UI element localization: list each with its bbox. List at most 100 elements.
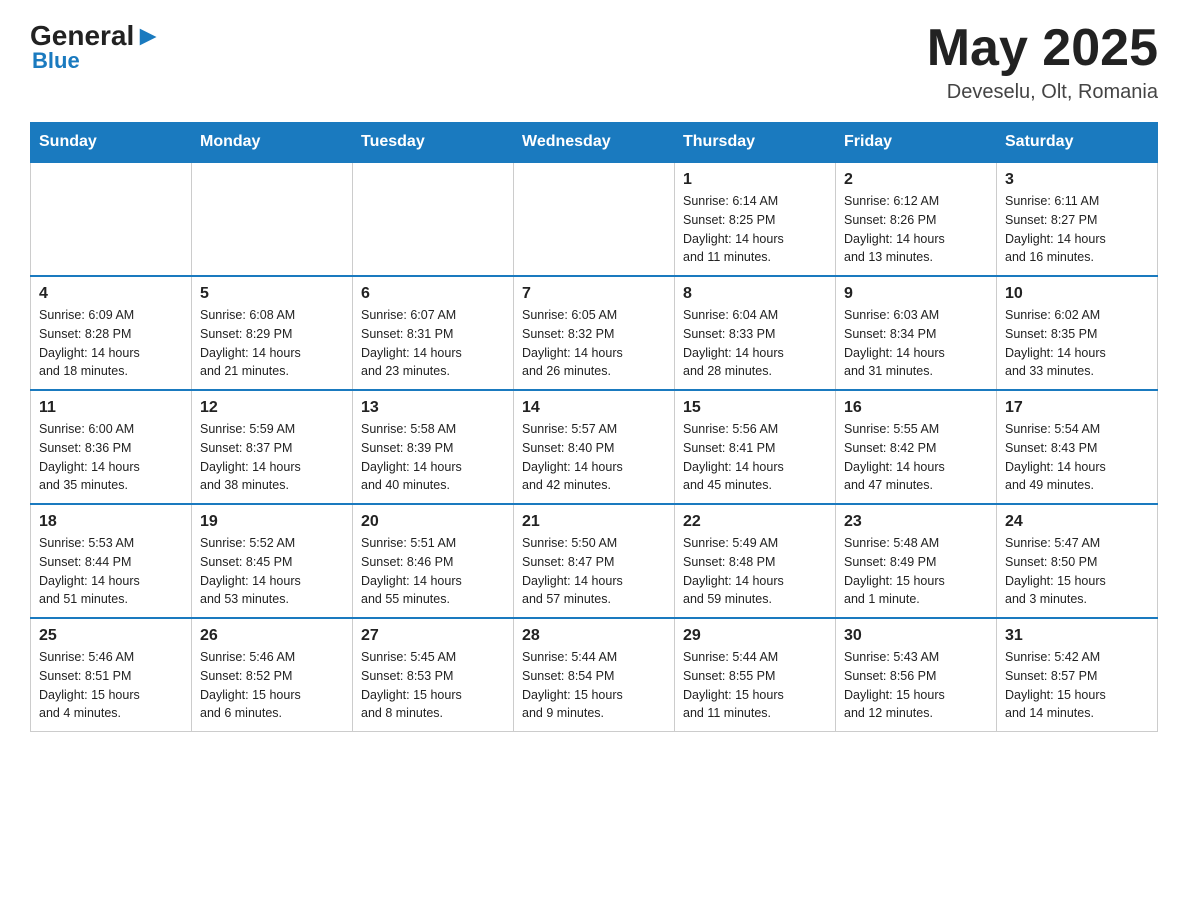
- day-info: Sunrise: 5:43 AM Sunset: 8:56 PM Dayligh…: [844, 648, 988, 723]
- day-number: 12: [200, 399, 344, 417]
- calendar-cell: 31 Sunrise: 5:42 AM Sunset: 8:57 PM Dayli…: [997, 618, 1158, 732]
- day-info: Sunrise: 5:51 AM Sunset: 8:46 PM Dayligh…: [361, 534, 505, 609]
- day-info: Sunrise: 5:46 AM Sunset: 8:51 PM Dayligh…: [39, 648, 183, 723]
- day-number: 25: [39, 627, 183, 645]
- day-number: 13: [361, 399, 505, 417]
- day-info: Sunrise: 5:52 AM Sunset: 8:45 PM Dayligh…: [200, 534, 344, 609]
- calendar-cell: 13 Sunrise: 5:58 AM Sunset: 8:39 PM Dayli…: [353, 390, 514, 504]
- calendar-cell: 5Sunrise: 6:08 AM Sunset: 8:29 PM Daylig…: [192, 276, 353, 390]
- weekday-header-monday: Monday: [192, 123, 353, 163]
- day-info: Sunrise: 6:03 AM Sunset: 8:34 PM Dayligh…: [844, 306, 988, 381]
- day-info: Sunrise: 5:44 AM Sunset: 8:55 PM Dayligh…: [683, 648, 827, 723]
- calendar-cell: 3 Sunrise: 6:11 AM Sunset: 8:27 PM Daylig…: [997, 162, 1158, 276]
- calendar-cell: 7 Sunrise: 6:05 AM Sunset: 8:32 PM Daylig…: [514, 276, 675, 390]
- day-number: 8: [683, 285, 827, 303]
- day-info: Sunrise: 5:46 AM Sunset: 8:52 PM Dayligh…: [200, 648, 344, 723]
- location: Deveselu, Olt, Romania: [927, 81, 1158, 104]
- weekday-header-sunday: Sunday: [31, 123, 192, 163]
- day-info: Sunrise: 5:42 AM Sunset: 8:57 PM Dayligh…: [1005, 648, 1149, 723]
- day-number: 9: [844, 285, 988, 303]
- day-number: 20: [361, 513, 505, 531]
- page-header: General ► Blue May 2025 Deveselu, Olt, R…: [30, 20, 1158, 104]
- day-number: 7: [522, 285, 666, 303]
- calendar-cell: 16 Sunrise: 5:55 AM Sunset: 8:42 PM Dayli…: [836, 390, 997, 504]
- calendar-cell: 25 Sunrise: 5:46 AM Sunset: 8:51 PM Dayli…: [31, 618, 192, 732]
- day-info: Sunrise: 5:55 AM Sunset: 8:42 PM Dayligh…: [844, 420, 988, 495]
- calendar-cell: 1Sunrise: 6:14 AM Sunset: 8:25 PM Daylig…: [675, 162, 836, 276]
- weekday-header-friday: Friday: [836, 123, 997, 163]
- calendar-cell: 8 Sunrise: 6:04 AM Sunset: 8:33 PM Daylig…: [675, 276, 836, 390]
- day-number: 28: [522, 627, 666, 645]
- day-number: 26: [200, 627, 344, 645]
- day-info: Sunrise: 6:05 AM Sunset: 8:32 PM Dayligh…: [522, 306, 666, 381]
- day-info: Sunrise: 5:53 AM Sunset: 8:44 PM Dayligh…: [39, 534, 183, 609]
- calendar-cell: 28 Sunrise: 5:44 AM Sunset: 8:54 PM Dayli…: [514, 618, 675, 732]
- day-number: 22: [683, 513, 827, 531]
- calendar-cell: 21 Sunrise: 5:50 AM Sunset: 8:47 PM Dayli…: [514, 504, 675, 618]
- calendar-cell: 11 Sunrise: 6:00 AM Sunset: 8:36 PM Dayli…: [31, 390, 192, 504]
- calendar-cell: 14Sunrise: 5:57 AM Sunset: 8:40 PM Dayli…: [514, 390, 675, 504]
- calendar-cell: 10Sunrise: 6:02 AM Sunset: 8:35 PM Dayli…: [997, 276, 1158, 390]
- calendar-cell: 9 Sunrise: 6:03 AM Sunset: 8:34 PM Daylig…: [836, 276, 997, 390]
- day-info: Sunrise: 6:04 AM Sunset: 8:33 PM Dayligh…: [683, 306, 827, 381]
- day-number: 24: [1005, 513, 1149, 531]
- day-number: 31: [1005, 627, 1149, 645]
- calendar-cell: 12Sunrise: 5:59 AM Sunset: 8:37 PM Dayli…: [192, 390, 353, 504]
- day-number: 18: [39, 513, 183, 531]
- calendar-cell: 26 Sunrise: 5:46 AM Sunset: 8:52 PM Dayli…: [192, 618, 353, 732]
- day-info: Sunrise: 6:09 AM Sunset: 8:28 PM Dayligh…: [39, 306, 183, 381]
- calendar-cell: 17 Sunrise: 5:54 AM Sunset: 8:43 PM Dayli…: [997, 390, 1158, 504]
- day-info: Sunrise: 6:07 AM Sunset: 8:31 PM Dayligh…: [361, 306, 505, 381]
- calendar-cell: 23Sunrise: 5:48 AM Sunset: 8:49 PM Dayli…: [836, 504, 997, 618]
- week-row-2: 4 Sunrise: 6:09 AM Sunset: 8:28 PM Daylig…: [31, 276, 1158, 390]
- day-number: 21: [522, 513, 666, 531]
- day-info: Sunrise: 5:49 AM Sunset: 8:48 PM Dayligh…: [683, 534, 827, 609]
- day-number: 30: [844, 627, 988, 645]
- week-row-1: 1Sunrise: 6:14 AM Sunset: 8:25 PM Daylig…: [31, 162, 1158, 276]
- calendar-cell: 30 Sunrise: 5:43 AM Sunset: 8:56 PM Dayli…: [836, 618, 997, 732]
- day-number: 19: [200, 513, 344, 531]
- day-number: 1: [683, 171, 827, 189]
- day-number: 2: [844, 171, 988, 189]
- day-info: Sunrise: 5:44 AM Sunset: 8:54 PM Dayligh…: [522, 648, 666, 723]
- day-info: Sunrise: 6:12 AM Sunset: 8:26 PM Dayligh…: [844, 192, 988, 267]
- day-number: 27: [361, 627, 505, 645]
- calendar-cell: 29 Sunrise: 5:44 AM Sunset: 8:55 PM Dayli…: [675, 618, 836, 732]
- calendar-cell: 6 Sunrise: 6:07 AM Sunset: 8:31 PM Daylig…: [353, 276, 514, 390]
- day-number: 17: [1005, 399, 1149, 417]
- week-row-5: 25 Sunrise: 5:46 AM Sunset: 8:51 PM Dayli…: [31, 618, 1158, 732]
- day-info: Sunrise: 5:45 AM Sunset: 8:53 PM Dayligh…: [361, 648, 505, 723]
- calendar-cell: 15 Sunrise: 5:56 AM Sunset: 8:41 PM Dayli…: [675, 390, 836, 504]
- calendar-cell: 19 Sunrise: 5:52 AM Sunset: 8:45 PM Dayli…: [192, 504, 353, 618]
- calendar-cell: 20 Sunrise: 5:51 AM Sunset: 8:46 PM Dayli…: [353, 504, 514, 618]
- day-number: 15: [683, 399, 827, 417]
- calendar-cell: 2 Sunrise: 6:12 AM Sunset: 8:26 PM Daylig…: [836, 162, 997, 276]
- calendar-cell: 22 Sunrise: 5:49 AM Sunset: 8:48 PM Dayli…: [675, 504, 836, 618]
- day-number: 11: [39, 399, 183, 417]
- weekday-header-saturday: Saturday: [997, 123, 1158, 163]
- day-number: 16: [844, 399, 988, 417]
- logo-subtext: Blue: [30, 48, 80, 74]
- calendar-cell: [353, 162, 514, 276]
- day-number: 5: [200, 285, 344, 303]
- calendar-cell: [31, 162, 192, 276]
- day-number: 23: [844, 513, 988, 531]
- day-number: 4: [39, 285, 183, 303]
- day-info: Sunrise: 5:58 AM Sunset: 8:39 PM Dayligh…: [361, 420, 505, 495]
- day-info: Sunrise: 5:54 AM Sunset: 8:43 PM Dayligh…: [1005, 420, 1149, 495]
- calendar-cell: 24Sunrise: 5:47 AM Sunset: 8:50 PM Dayli…: [997, 504, 1158, 618]
- day-number: 3: [1005, 171, 1149, 189]
- day-info: Sunrise: 5:57 AM Sunset: 8:40 PM Dayligh…: [522, 420, 666, 495]
- day-number: 6: [361, 285, 505, 303]
- logo: General ► Blue: [30, 20, 162, 74]
- day-number: 29: [683, 627, 827, 645]
- day-info: Sunrise: 6:00 AM Sunset: 8:36 PM Dayligh…: [39, 420, 183, 495]
- week-row-3: 11 Sunrise: 6:00 AM Sunset: 8:36 PM Dayli…: [31, 390, 1158, 504]
- day-info: Sunrise: 5:56 AM Sunset: 8:41 PM Dayligh…: [683, 420, 827, 495]
- day-info: Sunrise: 5:50 AM Sunset: 8:47 PM Dayligh…: [522, 534, 666, 609]
- week-row-4: 18 Sunrise: 5:53 AM Sunset: 8:44 PM Dayli…: [31, 504, 1158, 618]
- weekday-header-row: SundayMondayTuesdayWednesdayThursdayFrid…: [31, 123, 1158, 163]
- day-info: Sunrise: 6:11 AM Sunset: 8:27 PM Dayligh…: [1005, 192, 1149, 267]
- calendar-cell: [192, 162, 353, 276]
- weekday-header-thursday: Thursday: [675, 123, 836, 163]
